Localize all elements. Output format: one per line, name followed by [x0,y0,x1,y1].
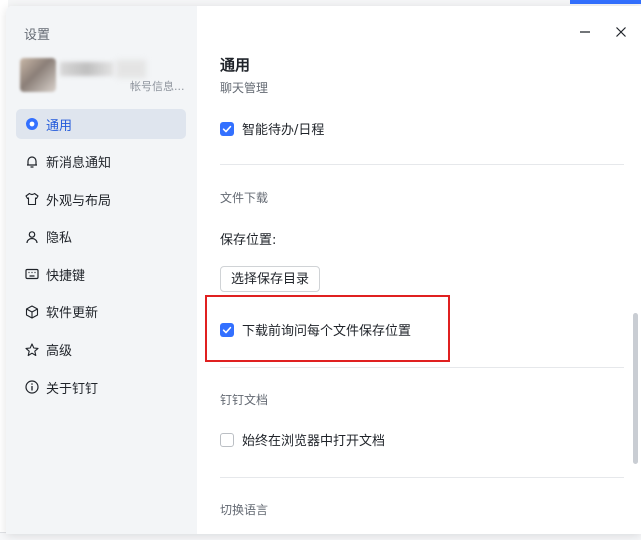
file-download-title: 文件下载 [220,191,269,205]
star-icon [24,342,40,358]
save-location-label: 保存位置: [220,233,277,248]
avatar [20,58,56,92]
settings-window: 设置 帐号信息... 通用 新消息通知 外观与布局 隐私 快捷键 软件更新 高级… [6,6,641,534]
sidebar-item-label: 软件更新 [46,306,99,322]
open-in-browser-label: 始终在浏览器中打开文档 [242,434,386,449]
check-icon [222,326,232,333]
dingtalk-docs-title: 钉钉文档 [220,393,269,407]
divider [220,367,624,368]
divider [220,477,624,478]
background-accent-bar [570,0,641,4]
sidebar-item-label: 快捷键 [46,268,86,284]
blurred-username [60,62,114,76]
sidebar-item-privacy[interactable]: 隐私 [16,222,186,252]
smart-todo-checkbox[interactable] [220,121,234,136]
smart-todo-option[interactable]: 智能待办/日程 [220,119,324,138]
general-icon [24,116,40,132]
ask-save-location-option[interactable]: 下载前询问每个文件保存位置 [220,320,411,339]
settings-nav: 通用 新消息通知 外观与布局 隐私 快捷键 软件更新 高级 关于钉钉 [16,109,186,410]
chat-manage-label: 聊天管理 [220,81,269,95]
account-card[interactable]: 帐号信息... [20,58,190,94]
shirt-icon [24,191,40,207]
smart-todo-label: 智能待办/日程 [242,123,325,138]
person-icon [24,229,40,245]
open-in-browser-checkbox[interactable] [220,432,234,447]
sidebar-item-about[interactable]: 关于钉钉 [16,372,186,402]
ask-save-location-label: 下载前询问每个文件保存位置 [242,324,412,339]
info-icon [24,379,40,395]
select-save-directory-button[interactable]: 选择保存目录 [220,266,321,292]
bell-icon [24,154,40,170]
sidebar-item-label: 高级 [46,344,73,360]
settings-content: 通用 聊天管理 智能待办/日程 文件下载 保存位置: 选择保存目录 下载前询问每… [197,6,641,534]
sidebar-item-updates[interactable]: 软件更新 [16,297,186,327]
cube-icon [24,304,40,320]
close-icon [616,27,626,37]
minimize-button[interactable] [577,24,593,40]
sidebar-item-appearance[interactable]: 外观与布局 [16,184,186,214]
sidebar-item-label: 隐私 [46,231,73,247]
ask-save-location-checkbox[interactable] [220,322,234,337]
sidebar-item-label: 通用 [46,118,73,134]
sidebar-item-label: 外观与布局 [46,193,112,209]
scrollbar-thumb[interactable] [633,313,638,464]
keyboard-icon [24,266,40,282]
settings-sidebar: 设置 帐号信息... 通用 新消息通知 外观与布局 隐私 快捷键 软件更新 高级… [6,6,197,534]
sidebar-item-label: 新消息通知 [46,156,112,172]
open-in-browser-option[interactable]: 始终在浏览器中打开文档 [220,430,385,449]
divider [220,164,624,165]
section-title-general: 通用 [220,56,251,74]
language-title: 切换语言 [220,503,269,517]
account-info-link[interactable]: 帐号信息... [130,78,185,94]
minimize-icon [580,31,590,33]
sidebar-item-advanced[interactable]: 高级 [16,335,186,365]
sidebar-item-general[interactable]: 通用 [16,109,186,139]
sidebar-item-label: 关于钉钉 [46,381,99,397]
close-button[interactable] [613,24,629,40]
blurred-username-extra [116,60,146,78]
sidebar-item-shortcuts[interactable]: 快捷键 [16,259,186,289]
window-title: 设置 [24,28,51,43]
check-icon [222,125,232,132]
sidebar-item-notifications[interactable]: 新消息通知 [16,147,186,177]
